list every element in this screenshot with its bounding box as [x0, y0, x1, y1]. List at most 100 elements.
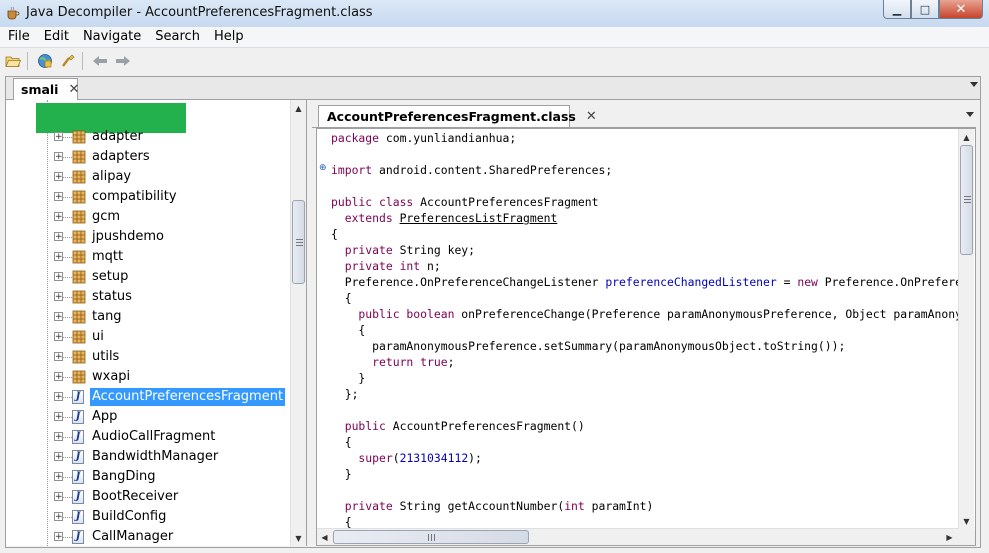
- tree-expander[interactable]: +: [54, 532, 63, 542]
- code-vertical-scrollbar[interactable]: ▲ ▼: [958, 129, 974, 529]
- tree-expander[interactable]: +: [54, 232, 63, 242]
- forward-button[interactable]: [113, 51, 133, 71]
- scroll-thumb[interactable]: [960, 145, 973, 255]
- java-class-icon: J: [72, 390, 84, 404]
- tree-expander[interactable]: +: [54, 312, 63, 322]
- tree-package-item[interactable]: adapters: [90, 148, 152, 166]
- tree-expander[interactable]: +: [54, 372, 63, 382]
- package-tree-pane: + adapter + adapters + alipay + compatibility + g…: [6, 100, 307, 546]
- close-icon[interactable]: ✕: [586, 109, 597, 124]
- scroll-thumb[interactable]: [333, 530, 529, 544]
- tree-expander[interactable]: +: [54, 412, 63, 422]
- scroll-up-button[interactable]: ▲: [959, 129, 974, 145]
- tree-class-item[interactable]: AccountPreferencesFragment: [90, 388, 286, 406]
- tree-package-item[interactable]: tang: [90, 308, 124, 326]
- tree-vertical-scrollbar[interactable]: ▲ ▼: [290, 100, 306, 546]
- tree-class-item[interactable]: BangDing: [90, 468, 158, 486]
- tree-package-item[interactable]: alipay: [90, 168, 133, 186]
- tree-package-item[interactable]: jpushdemo: [90, 228, 166, 246]
- chevron-down-icon[interactable]: [970, 82, 978, 87]
- menu-search[interactable]: Search: [149, 27, 206, 47]
- tab-smali[interactable]: smali ✕: [13, 78, 79, 100]
- tree-guide-line: [63, 417, 72, 418]
- back-arrow-icon: [93, 55, 107, 66]
- tree-expander[interactable]: +: [54, 492, 63, 502]
- tree-guide-line: [63, 217, 72, 218]
- tree-expander[interactable]: +: [54, 152, 63, 162]
- tree-expander[interactable]: +: [54, 172, 63, 182]
- tree-expander[interactable]: +: [54, 252, 63, 262]
- tree-expander[interactable]: +: [54, 292, 63, 302]
- tree-expander[interactable]: +: [54, 432, 63, 442]
- tree-expander[interactable]: +: [54, 452, 63, 462]
- tree-expander[interactable]: +: [54, 512, 63, 522]
- main-pane: smali ✕ + adapter + adapters + alipay + compati…: [5, 76, 981, 548]
- tree-expander[interactable]: +: [54, 332, 63, 342]
- tree-guide-line: [63, 317, 72, 318]
- code-line: extends PreferencesListFragment: [331, 211, 558, 225]
- tree-package-item[interactable]: mqtt: [90, 248, 125, 266]
- menu-bar: File Edit Navigate Search Help: [0, 27, 989, 48]
- tree-class-item[interactable]: BandwidthManager: [90, 448, 220, 466]
- tree-package-item[interactable]: adapter: [90, 128, 145, 146]
- scroll-down-button[interactable]: ▼: [291, 530, 306, 546]
- menu-file[interactable]: File: [2, 27, 36, 47]
- package-icon: [72, 330, 86, 344]
- tree-class-item[interactable]: BootReceiver: [90, 488, 180, 506]
- tree-class-item[interactable]: CallManager: [90, 528, 175, 546]
- tree-package-item[interactable]: status: [90, 288, 134, 306]
- scroll-right-button[interactable]: ▶: [942, 529, 957, 545]
- maximize-button[interactable]: □: [911, 0, 939, 19]
- forward-arrow-icon: [116, 55, 130, 66]
- tree-class-item[interactable]: AudioCallFragment: [90, 428, 217, 446]
- tree-guide-line: [47, 100, 49, 546]
- scroll-thumb[interactable]: [292, 200, 305, 284]
- tree-package-item[interactable]: wxapi: [90, 368, 132, 386]
- scroll-down-button[interactable]: ▼: [959, 513, 974, 529]
- menu-navigate[interactable]: Navigate: [77, 27, 147, 47]
- tree-guide-line: [63, 537, 72, 538]
- tree-expander[interactable]: +: [54, 212, 63, 222]
- close-icon[interactable]: ✕: [68, 82, 79, 97]
- tree-class-item[interactable]: App: [90, 408, 119, 426]
- tree-expander[interactable]: +: [54, 272, 63, 282]
- back-button[interactable]: [90, 51, 110, 71]
- code-editor[interactable]: package com.yunliandianhua; ⊕ import and…: [316, 128, 976, 546]
- toolbar: [0, 48, 989, 73]
- code-horizontal-scrollbar[interactable]: ◀ ▶: [317, 528, 958, 545]
- java-class-icon: J: [72, 410, 84, 424]
- scroll-up-button[interactable]: ▲: [291, 100, 306, 116]
- tree-expander[interactable]: +: [54, 132, 63, 142]
- tree-package-item[interactable]: utils: [90, 348, 121, 366]
- close-window-button[interactable]: ✕: [939, 0, 983, 19]
- toolbar-separator: [27, 51, 28, 70]
- tree-expander[interactable]: +: [54, 192, 63, 202]
- code-area[interactable]: package com.yunliandianhua; ⊕ import and…: [317, 129, 958, 529]
- code-line: };: [331, 387, 359, 401]
- tab-account-preferences-fragment[interactable]: AccountPreferencesFragment.class ✕: [318, 105, 597, 127]
- chevron-down-icon[interactable]: [966, 112, 974, 117]
- tree-class-item[interactable]: BuildConfig: [90, 508, 168, 526]
- code-line: {: [331, 435, 352, 449]
- minimize-button[interactable]: ▁: [883, 0, 911, 19]
- title-bar[interactable]: Java Decompiler - AccountPreferencesFrag…: [0, 0, 989, 27]
- tree-package-item[interactable]: ui: [90, 328, 106, 346]
- tree-package-item[interactable]: setup: [90, 268, 130, 286]
- tree-expander[interactable]: +: [54, 392, 63, 402]
- tree-expander[interactable]: +: [54, 472, 63, 482]
- menu-help[interactable]: Help: [208, 27, 250, 47]
- search-button[interactable]: [58, 51, 78, 71]
- tree-expander[interactable]: +: [54, 352, 63, 362]
- tab-label: smali: [21, 82, 59, 97]
- tree-package-item[interactable]: gcm: [90, 208, 122, 226]
- package-icon: [72, 290, 86, 304]
- expand-import-icon[interactable]: ⊕: [319, 163, 327, 173]
- open-file-button[interactable]: [3, 51, 23, 71]
- scroll-left-button[interactable]: ◀: [317, 529, 332, 545]
- tree-package-item[interactable]: compatibility: [90, 188, 179, 206]
- tree-guide-line: [63, 277, 72, 278]
- code-line: super(2131034112);: [331, 451, 482, 465]
- open-type-button[interactable]: [35, 51, 55, 71]
- menu-edit[interactable]: Edit: [38, 27, 75, 47]
- code-line: {: [331, 291, 352, 305]
